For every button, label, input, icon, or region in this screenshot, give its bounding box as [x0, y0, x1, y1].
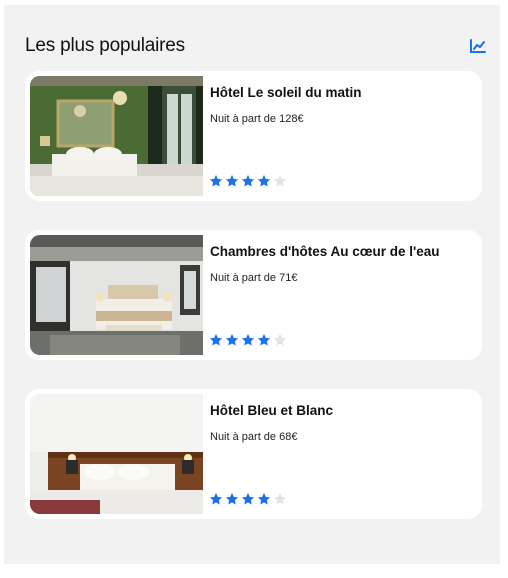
hotel-card[interactable]: Hôtel Le soleil du matin Nuit à part de …	[25, 71, 482, 201]
star-filled-icon	[209, 175, 223, 187]
star-filled-icon	[241, 175, 255, 187]
hotel-card[interactable]: Hôtel Bleu et Blanc Nuit à part de 68€	[25, 389, 482, 519]
star-filled-icon	[225, 175, 239, 187]
section-title: Les plus populaires	[25, 35, 185, 56]
star-filled-icon	[225, 334, 239, 346]
hotel-price: Nuit à part de 128€	[210, 113, 304, 125]
star-rating	[209, 333, 287, 347]
hotel-price: Nuit à part de 71€	[210, 272, 298, 284]
star-rating	[209, 174, 287, 188]
hotel-photo	[30, 76, 203, 196]
hotel-price: Nuit à part de 68€	[210, 431, 298, 443]
star-filled-icon	[257, 334, 271, 346]
star-filled-icon	[257, 175, 271, 187]
hotel-photo	[30, 235, 203, 355]
hotel-card[interactable]: Chambres d'hôtes Au cœur de l'eau Nuit à…	[25, 230, 482, 360]
star-filled-icon	[209, 493, 223, 505]
star-empty-icon	[273, 334, 287, 346]
hotel-photo	[30, 394, 203, 514]
trending-chart-icon	[470, 39, 486, 53]
star-rating	[209, 492, 287, 506]
star-filled-icon	[225, 493, 239, 505]
hotel-name: Hôtel Bleu et Blanc	[210, 403, 334, 418]
star-filled-icon	[241, 493, 255, 505]
popular-panel: Les plus populaires Hôtel Le soleil du m…	[4, 5, 500, 564]
star-filled-icon	[209, 334, 223, 346]
star-filled-icon	[241, 334, 255, 346]
hotel-name: Hôtel Le soleil du matin	[210, 85, 362, 100]
hotel-name: Chambres d'hôtes Au cœur de l'eau	[210, 244, 440, 259]
star-empty-icon	[273, 175, 287, 187]
star-filled-icon	[257, 493, 271, 505]
star-empty-icon	[273, 493, 287, 505]
trending-chart-button[interactable]	[469, 38, 487, 54]
